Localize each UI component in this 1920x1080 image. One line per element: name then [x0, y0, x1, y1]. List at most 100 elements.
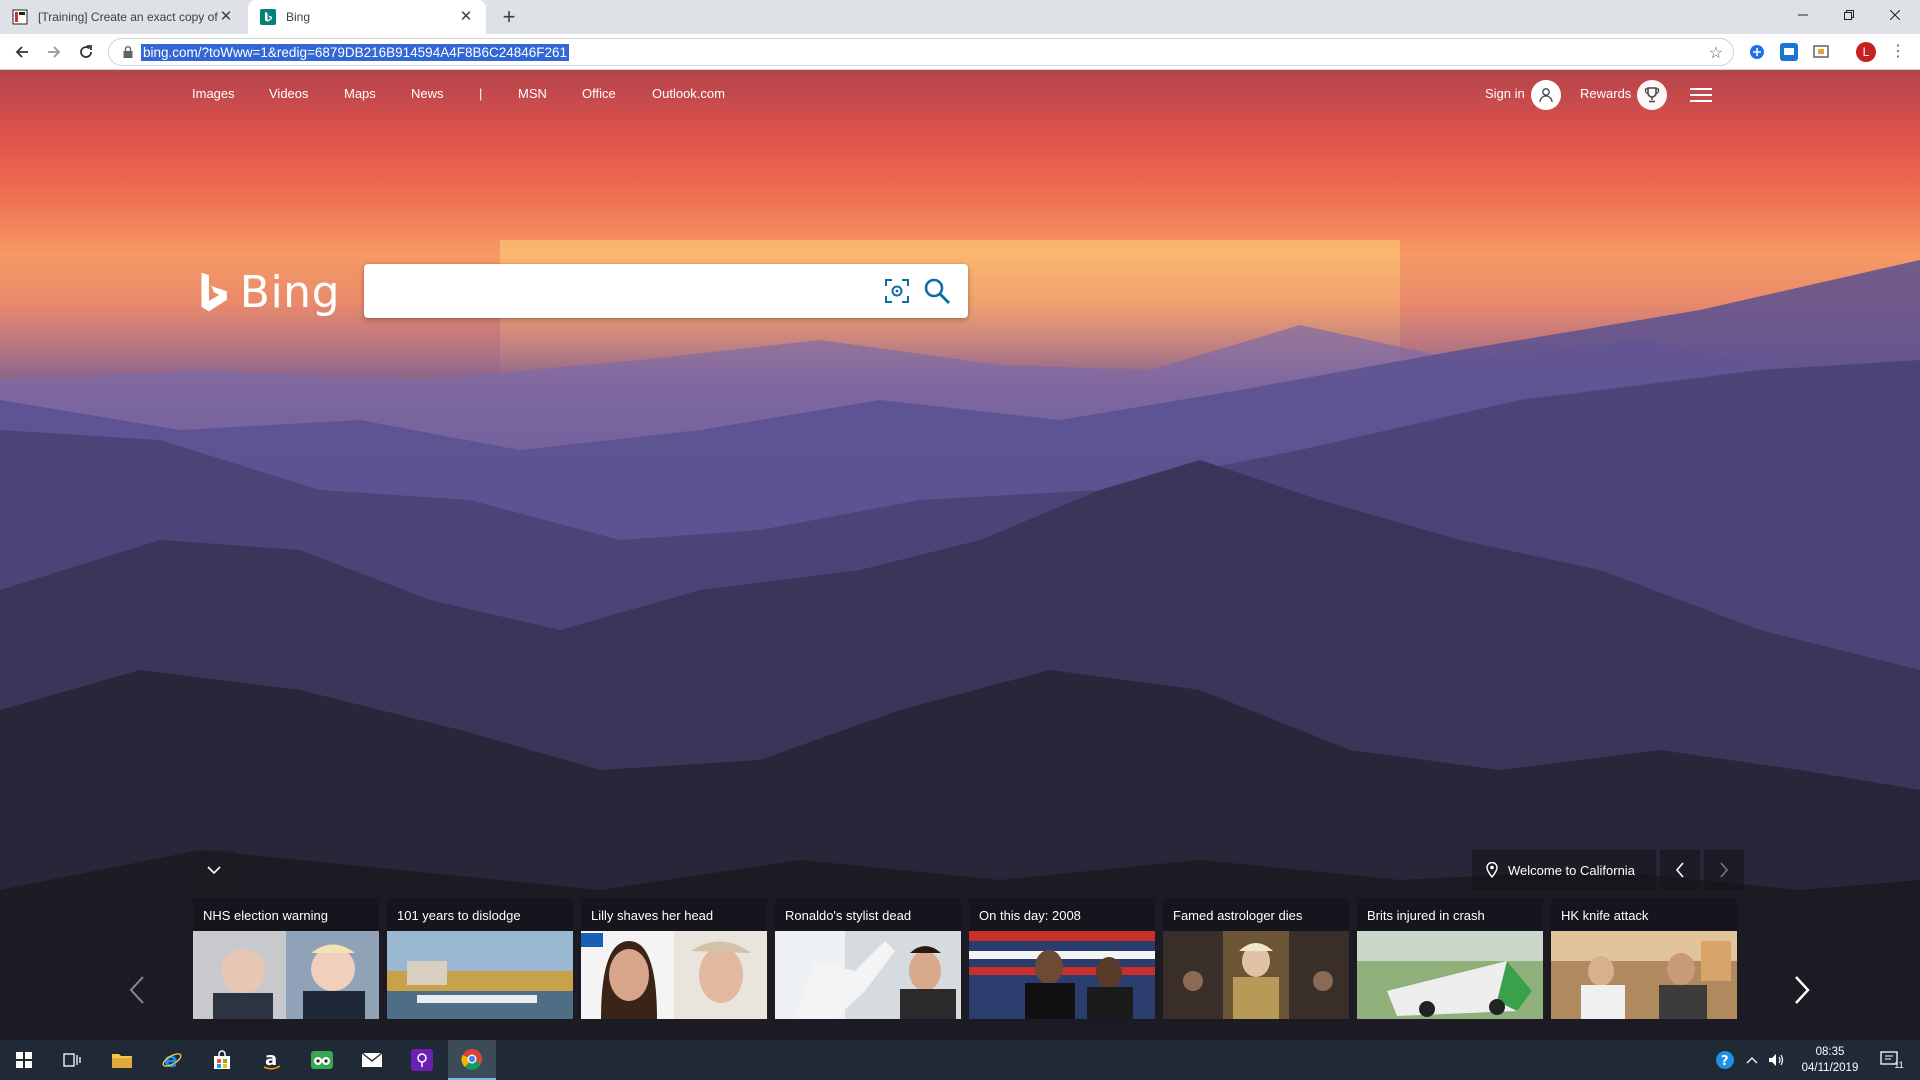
extension-screen-icon[interactable]	[1780, 43, 1798, 61]
reload-icon[interactable]	[72, 38, 100, 66]
chevron-left-icon	[129, 976, 144, 1004]
url-text[interactable]: bing.com/?toWww=1&redig=6879DB216B914594…	[141, 43, 570, 61]
news-thumbnail	[969, 931, 1155, 1019]
minimize-icon[interactable]	[1780, 0, 1826, 30]
nav-separator: |	[479, 86, 483, 101]
background-landscape	[0, 240, 1920, 1040]
news-thumbnail	[775, 931, 961, 1019]
notifications-icon[interactable]: 11	[1872, 1040, 1912, 1080]
news-title: Lilly shaves her head	[581, 898, 767, 931]
chrome-icon[interactable]	[448, 1040, 496, 1080]
tripadvisor-icon[interactable]	[298, 1040, 346, 1080]
bing-favicon-icon	[260, 9, 276, 25]
tray-expand-icon[interactable]	[1740, 1040, 1764, 1080]
nav-videos[interactable]: Videos	[269, 86, 309, 101]
clock-time: 08:35	[1815, 1046, 1845, 1058]
clock-date: 04/11/2019	[1801, 1062, 1859, 1074]
task-view-icon[interactable]	[48, 1040, 96, 1080]
forward-icon[interactable]	[40, 38, 68, 66]
news-thumbnail	[1163, 931, 1349, 1019]
nav-msn[interactable]: MSN	[518, 86, 547, 101]
news-thumbnail	[1357, 931, 1543, 1019]
extension-cast-icon[interactable]	[1812, 43, 1830, 61]
image-location-button[interactable]: Welcome to California	[1472, 850, 1656, 890]
next-image-button[interactable]	[1704, 850, 1744, 890]
search-box	[364, 264, 968, 318]
news-card[interactable]: HK knife attack	[1551, 898, 1737, 1031]
rewards-link[interactable]: Rewards	[1580, 86, 1631, 101]
news-title: Ronaldo's stylist dead	[775, 898, 961, 931]
sign-in-link[interactable]: Sign in	[1485, 86, 1525, 101]
news-card[interactable]: 101 years to dislodge	[387, 898, 573, 1031]
news-card[interactable]: Famed astrologer dies	[1163, 898, 1349, 1031]
location-pin-icon	[1486, 862, 1498, 878]
browser-menu-icon[interactable]: ⋮	[1890, 42, 1906, 62]
search-icon[interactable]	[922, 276, 952, 306]
app-purple-icon[interactable]	[398, 1040, 446, 1080]
training-favicon-icon	[12, 9, 28, 25]
rewards-trophy-icon[interactable]	[1637, 80, 1667, 110]
internet-explorer-icon[interactable]: e	[148, 1040, 196, 1080]
back-icon[interactable]	[8, 38, 36, 66]
hamburger-menu-icon[interactable]	[1690, 85, 1712, 103]
profile-avatar[interactable]: L	[1856, 42, 1876, 62]
tab-bing[interactable]: Bing ✕	[248, 0, 486, 34]
previous-image-button[interactable]	[1660, 850, 1700, 890]
search-input[interactable]	[378, 264, 878, 318]
windows-start-icon[interactable]	[0, 1040, 48, 1080]
new-tab-button[interactable]: +	[496, 5, 522, 31]
close-window-icon[interactable]	[1872, 0, 1918, 30]
tab-close-icon[interactable]: ✕	[218, 9, 234, 25]
news-thumbnail	[387, 931, 573, 1019]
news-title: Famed astrologer dies	[1163, 898, 1349, 931]
news-carousel-prev[interactable]	[117, 950, 157, 1030]
logo-text: Bing	[239, 266, 340, 318]
restore-icon[interactable]	[1826, 0, 1872, 30]
nav-images[interactable]: Images	[192, 86, 235, 101]
svg-text:?: ?	[1721, 1054, 1729, 1069]
news-carousel-next[interactable]	[1782, 950, 1822, 1030]
news-card[interactable]: NHS election warning	[193, 898, 379, 1031]
browser-toolbar: bing.com/?toWww=1&redig=6879DB216B914594…	[0, 34, 1920, 70]
bing-homepage: Images Videos Maps News | MSN Office Out…	[0, 70, 1920, 1040]
lock-icon[interactable]	[115, 46, 141, 58]
news-card[interactable]: Lilly shaves her head	[581, 898, 767, 1031]
address-bar[interactable]: bing.com/?toWww=1&redig=6879DB216B914594…	[108, 38, 1734, 66]
amazon-icon[interactable]: a	[248, 1040, 296, 1080]
nav-news[interactable]: News	[411, 86, 444, 101]
news-thumbnail	[1551, 931, 1737, 1019]
news-title: Brits injured in crash	[1357, 898, 1543, 931]
nav-maps[interactable]: Maps	[344, 86, 376, 101]
file-explorer-icon[interactable]	[98, 1040, 146, 1080]
bing-top-nav: Images Videos Maps News | MSN Office Out…	[0, 70, 1920, 116]
collapse-feed-button[interactable]	[193, 850, 235, 890]
news-title: HK knife attack	[1551, 898, 1737, 931]
bing-logo[interactable]: Bing	[200, 264, 340, 320]
svg-text:a: a	[265, 1049, 277, 1070]
mail-icon[interactable]	[348, 1040, 396, 1080]
news-card[interactable]: On this day: 2008	[969, 898, 1155, 1031]
nav-outlook[interactable]: Outlook.com	[652, 86, 725, 101]
news-title: 101 years to dislodge	[387, 898, 573, 931]
volume-icon[interactable]	[1764, 1040, 1790, 1080]
tab-training[interactable]: [Training] Create an exact copy of ✕	[0, 0, 246, 34]
nav-office[interactable]: Office	[582, 86, 616, 101]
store-icon[interactable]	[198, 1040, 246, 1080]
chevron-right-icon	[1795, 976, 1810, 1004]
news-title: NHS election warning	[193, 898, 379, 931]
notification-count: 11	[1894, 1060, 1904, 1070]
help-icon[interactable]: ?	[1710, 1040, 1740, 1080]
bookmark-star-icon[interactable]: ☆	[1709, 43, 1723, 63]
chevron-right-icon	[1720, 862, 1729, 878]
tab-title: [Training] Create an exact copy of	[38, 10, 218, 24]
visual-search-icon[interactable]	[884, 278, 910, 304]
news-card[interactable]: Brits injured in crash	[1357, 898, 1543, 1031]
tab-close-icon[interactable]: ✕	[458, 9, 474, 25]
news-card[interactable]: Ronaldo's stylist dead	[775, 898, 961, 1031]
user-icon[interactable]	[1531, 80, 1561, 110]
system-clock[interactable]: 08:35 04/11/2019	[1790, 1044, 1870, 1076]
windows-taskbar: e a ? 08:35 04/11/2019 11	[0, 1040, 1920, 1080]
bing-b-icon	[201, 272, 227, 312]
extension-globe-icon[interactable]	[1748, 43, 1766, 61]
news-title: On this day: 2008	[969, 898, 1155, 931]
